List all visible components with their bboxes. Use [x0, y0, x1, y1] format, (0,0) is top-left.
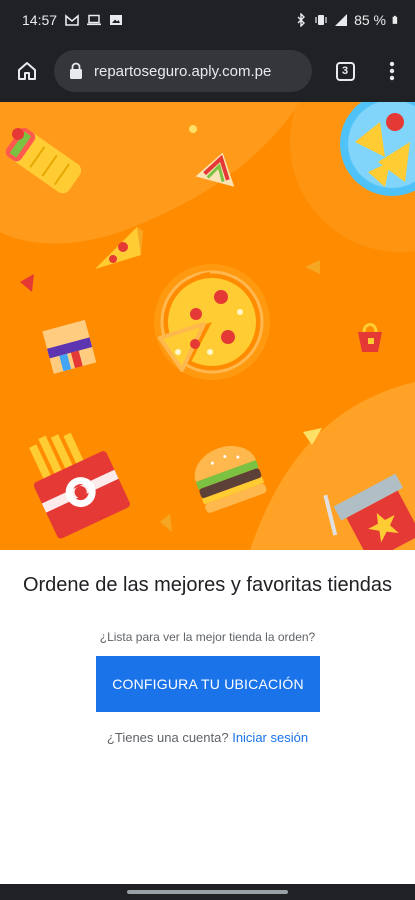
page-subline: ¿Lista para ver la mejor tienda la orden… [99, 630, 316, 644]
hero-illustration [0, 102, 415, 550]
status-time: 14:57 [22, 12, 58, 28]
status-right: 85 % [294, 12, 401, 28]
battery-icon [392, 15, 398, 24]
noodles-icon [358, 323, 382, 352]
address-bar[interactable]: repartoseguro.aply.com.pe [54, 50, 312, 92]
system-nav-bar [0, 884, 415, 900]
cake-icon [42, 319, 97, 374]
vibrate-icon [315, 15, 327, 25]
burger-icon [194, 445, 267, 513]
page-headline: Ordene de las mejores y favoritas tienda… [22, 574, 393, 596]
more-vert-icon [389, 61, 395, 81]
login-prompt-line: ¿Tienes una cuenta? Iniciar sesión [0, 730, 415, 745]
status-left: 14:57 [22, 12, 123, 28]
browser-menu-button[interactable] [372, 40, 412, 102]
bluetooth-icon [297, 13, 306, 27]
pizza-icon [154, 264, 270, 380]
browser-toolbar: repartoseguro.aply.com.pe 3 [0, 40, 415, 102]
signal-icon [335, 14, 348, 26]
fries-icon [29, 432, 130, 539]
gesture-handle[interactable] [127, 890, 288, 894]
gmail-icon [65, 14, 79, 26]
login-link[interactable]: Iniciar sesión [232, 730, 308, 745]
battery-percentage: 85 % [354, 12, 386, 28]
tab-count: 3 [335, 61, 355, 81]
hero-banner [0, 102, 415, 550]
status-bar: 14:57 85 % [0, 0, 415, 40]
login-prompt: ¿Tienes una cuenta? [106, 730, 229, 745]
laptop-icon [87, 14, 102, 26]
configure-location-button[interactable]: CONFIGURA TU UBICACIÓN [96, 656, 320, 712]
lock-icon [70, 62, 82, 79]
url-text: repartoseguro.aply.com.pe [94, 62, 272, 80]
home-icon [18, 62, 36, 80]
tab-switcher-button[interactable]: 3 [318, 40, 372, 102]
image-icon [110, 15, 123, 25]
home-button[interactable] [0, 40, 54, 102]
